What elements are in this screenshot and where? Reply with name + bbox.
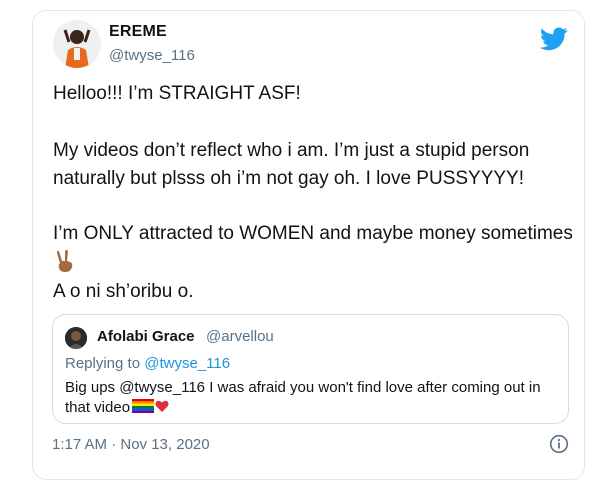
- author-name[interactable]: EREME: [109, 23, 167, 41]
- rainbow-flag-emoji: [132, 399, 155, 413]
- quoted-avatar[interactable]: [65, 327, 87, 349]
- tweet-line-5: A o ni sh’oribu o.: [53, 281, 194, 302]
- quoted-avatar-image: [65, 327, 87, 349]
- tweet-card: EREME @twyse_116 Helloo!!! I’m STRAIGHT …: [32, 10, 585, 480]
- quoted-text-line-2: that video: [65, 399, 131, 416]
- tweet-line-3: naturally but plsss oh i’m not gay oh. I…: [53, 168, 525, 189]
- quoted-author-handle: @arvellou: [206, 328, 274, 345]
- avatar-image: [53, 20, 101, 68]
- victory-hand-emoji: [57, 250, 73, 272]
- quoted-author-name: Afolabi Grace: [97, 328, 195, 345]
- quoted-text-line-1: Big ups @twyse_116 I was afraid you won'…: [65, 379, 541, 396]
- info-icon[interactable]: [549, 434, 569, 454]
- author-handle[interactable]: @twyse_116: [109, 47, 195, 64]
- quoted-text: Big ups @twyse_116 I was afraid you won'…: [65, 378, 560, 418]
- tweet-line-1: Helloo!!! I’m STRAIGHT ASF!: [53, 83, 301, 104]
- red-heart-emoji: [155, 400, 169, 412]
- tweet-timestamp[interactable]: 1:17 AM · Nov 13, 2020: [52, 436, 210, 453]
- tweet-line-4: I’m ONLY attracted to WOMEN and maybe mo…: [53, 223, 573, 244]
- replying-prefix: Replying to: [65, 355, 141, 372]
- quoted-text-line-2-wrap: that video: [65, 398, 560, 418]
- replying-to: Replying to @twyse_116: [65, 355, 230, 372]
- twitter-bird-icon[interactable]: [540, 27, 568, 51]
- avatar[interactable]: [53, 20, 101, 68]
- replying-handle[interactable]: @twyse_116: [144, 355, 230, 372]
- quoted-tweet[interactable]: Afolabi Grace @arvellou Replying to @twy…: [52, 314, 569, 424]
- tweet-line-2: My videos don’t reflect who i am. I’m ju…: [53, 140, 530, 161]
